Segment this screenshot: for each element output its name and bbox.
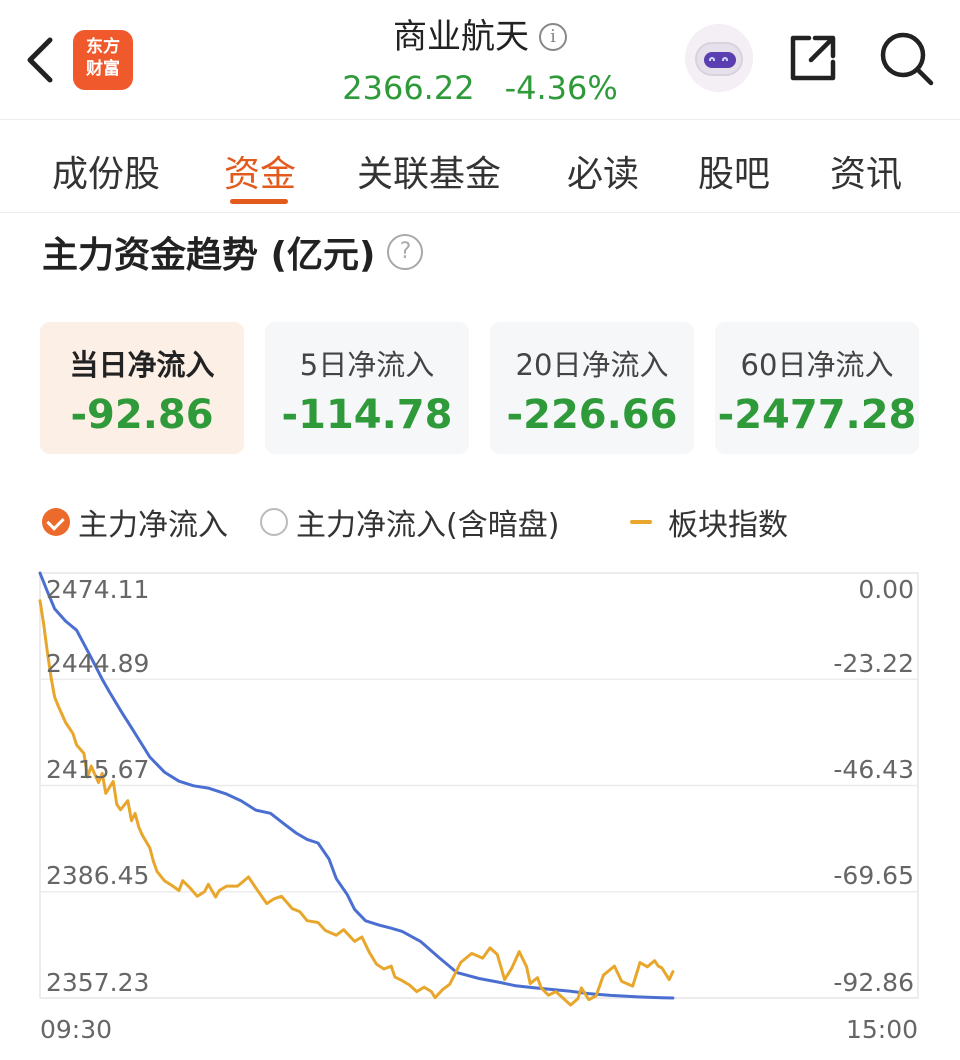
top-bar: 东方 财富 商业航天 i 2366.22 -4.36% — [0, 0, 960, 120]
search-icon — [880, 32, 934, 86]
logo-text-top: 东方 — [86, 37, 120, 57]
search-button[interactable] — [878, 30, 936, 88]
left-tick-label: 2444.89 — [46, 649, 150, 678]
app-logo: 东方 财富 — [73, 30, 133, 90]
tab-news[interactable]: 资讯 — [830, 145, 902, 197]
legend-label: 主力净流入 — [78, 508, 228, 543]
right-tick-label: -92.86 — [833, 968, 914, 997]
chart-legend: 主力净流入 主力净流入(含暗盘) 板块指数 — [42, 500, 842, 544]
tab-must-read[interactable]: 必读 — [567, 145, 639, 197]
legend-label: 主力净流入(含暗盘) — [296, 508, 560, 543]
tab-funds[interactable]: 资金 — [224, 145, 296, 197]
line-swatch-icon — [630, 520, 652, 524]
help-icon[interactable]: ? — [387, 234, 424, 270]
card-value: -92.86 — [70, 392, 214, 438]
active-tab-indicator — [230, 199, 288, 204]
card-today-net-inflow[interactable]: 当日净流入 -92.86 — [40, 322, 244, 454]
title-block: 商业航天 i 2366.22 -4.36% — [280, 12, 680, 112]
legend-label: 板块指数 — [668, 508, 788, 543]
x-tick-start: 09:30 — [40, 1015, 113, 1044]
section-header: 主力资金趋势 (亿元) ? — [42, 226, 424, 278]
robot-icon — [695, 42, 743, 76]
right-tick-label: -23.22 — [833, 649, 914, 678]
x-tick-end: 15:00 — [845, 1015, 918, 1044]
card-value: -114.78 — [281, 392, 453, 438]
left-tick-label: 2474.11 — [46, 575, 150, 604]
index-change-pct: -4.36% — [504, 69, 618, 107]
assistant-avatar[interactable] — [685, 24, 753, 92]
card-60day-net-inflow[interactable]: 60日净流入 -2477.28 — [715, 322, 919, 454]
card-label: 60日净流入 — [740, 348, 894, 382]
right-tick-label: -69.65 — [833, 861, 914, 890]
checked-radio-icon — [42, 508, 70, 536]
share-icon — [790, 35, 836, 81]
page-title: 商业航天 — [393, 17, 529, 57]
card-value: -2477.28 — [717, 392, 917, 438]
back-button[interactable] — [18, 30, 62, 90]
fund-flow-chart: 2474.11 2444.89 2415.67 2386.45 2357.23 … — [0, 560, 960, 1050]
card-value: -226.66 — [506, 392, 678, 438]
tab-constituents[interactable]: 成份股 — [52, 145, 160, 197]
card-5day-net-inflow[interactable]: 5日净流入 -114.78 — [265, 322, 469, 454]
right-tick-label: -46.43 — [833, 755, 914, 784]
tab-bar: 成份股 资金 关联基金 必读 股吧 资讯 — [0, 121, 960, 213]
legend-main-net-inflow[interactable]: 主力净流入 — [42, 500, 228, 544]
legend-main-net-inflow-dark-pool[interactable]: 主力净流入(含暗盘) — [260, 500, 559, 544]
left-tick-label: 2386.45 — [46, 861, 150, 890]
share-button[interactable] — [785, 30, 841, 86]
unchecked-radio-icon — [260, 508, 288, 536]
left-tick-label: 2357.23 — [46, 968, 150, 997]
index-price: 2366.22 — [342, 69, 475, 107]
left-tick-label: 2415.67 — [46, 755, 150, 784]
legend-sector-index[interactable]: 板块指数 — [630, 500, 788, 544]
card-label: 5日净流入 — [299, 348, 435, 382]
right-tick-label: 0.00 — [858, 575, 914, 604]
card-label: 当日净流入 — [69, 348, 215, 382]
tab-related-funds[interactable]: 关联基金 — [357, 145, 501, 197]
tab-forum[interactable]: 股吧 — [698, 145, 770, 197]
section-title: 主力资金趋势 (亿元) — [42, 235, 376, 276]
info-icon[interactable]: i — [539, 23, 567, 51]
card-20day-net-inflow[interactable]: 20日净流入 -226.66 — [490, 322, 694, 454]
logo-text-bottom: 财富 — [86, 59, 120, 79]
chevron-left-icon — [27, 37, 53, 83]
card-label: 20日净流入 — [515, 348, 669, 382]
